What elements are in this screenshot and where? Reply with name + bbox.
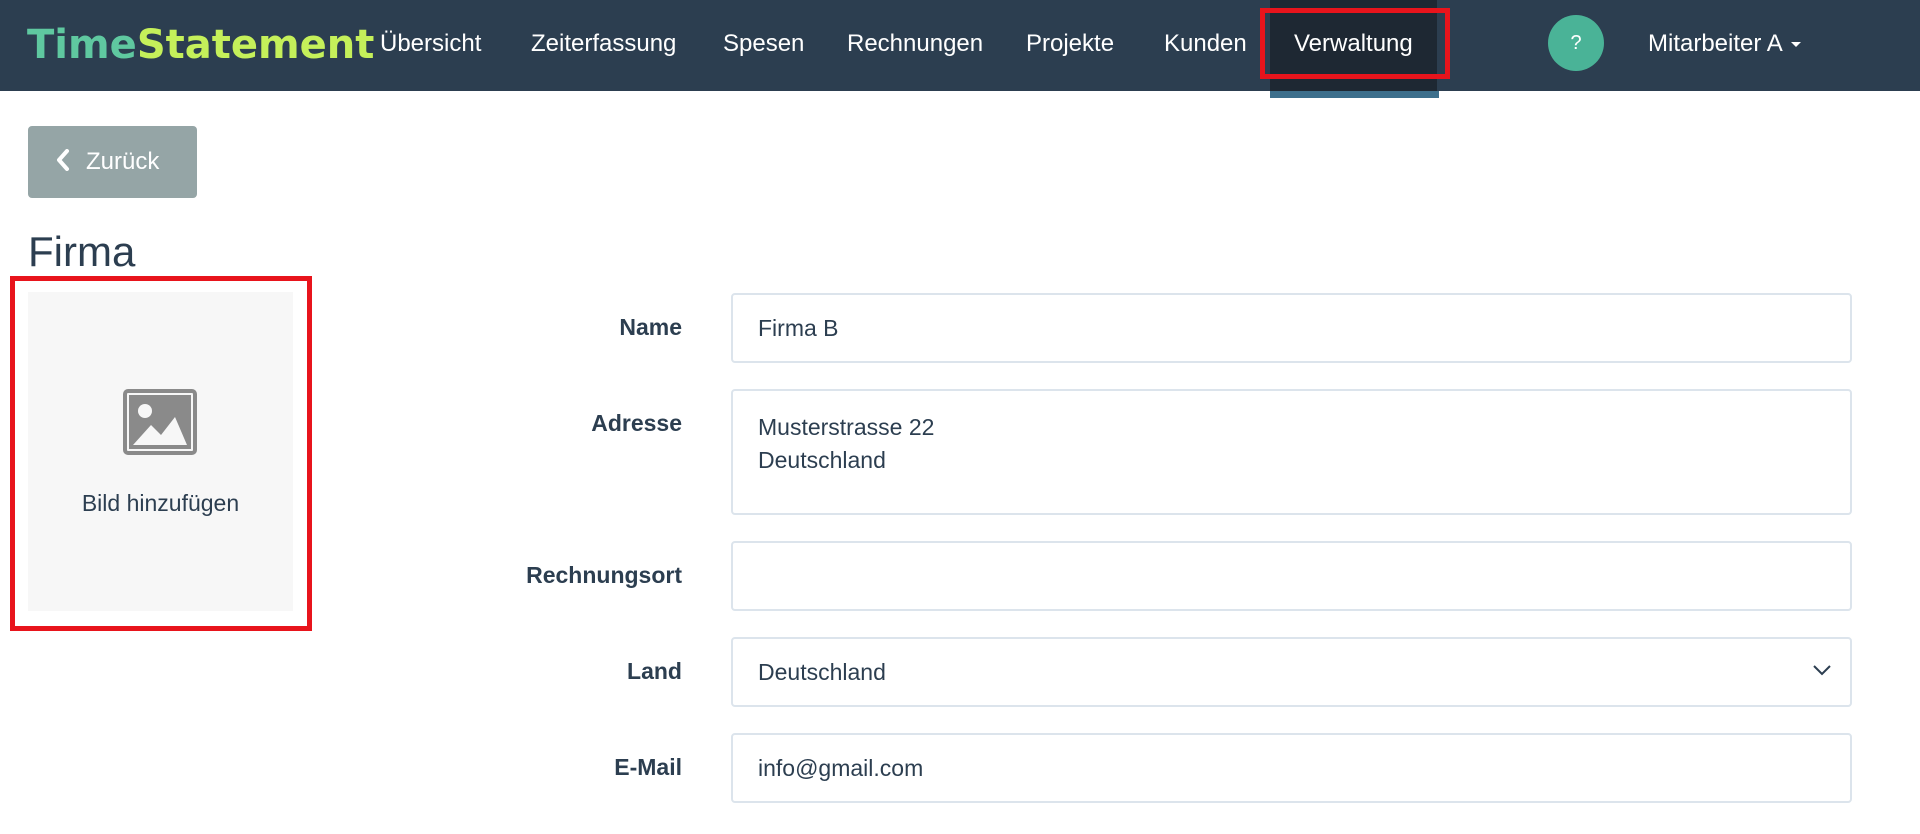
top-navbar: TimeStatement Übersicht Zeiterfassung Sp…: [0, 0, 1920, 91]
active-nav-indicator: [1270, 91, 1439, 98]
add-image-label: Bild hinzufügen: [81, 490, 240, 516]
country-select-value: Deutschland: [758, 659, 886, 685]
country-label: Land: [627, 658, 682, 684]
user-menu-dropdown[interactable]: Mitarbeiter A: [1648, 0, 1801, 88]
brand-logo[interactable]: TimeStatement: [27, 19, 374, 71]
caret-down-icon: [1790, 42, 1801, 48]
country-select[interactable]: Deutschland: [731, 637, 1852, 707]
nav-item-projekte[interactable]: Projekte: [1026, 0, 1114, 91]
nav-item-uebersicht[interactable]: Übersicht: [380, 0, 481, 91]
nav-item-zeiterfassung[interactable]: Zeiterfassung: [531, 0, 676, 91]
email-label: E-Mail: [614, 754, 682, 780]
back-button[interactable]: Zurück: [28, 126, 197, 198]
address-textarea[interactable]: Musterstrasse 22 Deutschland: [731, 389, 1852, 515]
chevron-left-icon: [57, 149, 69, 171]
brand-part-time: Time: [27, 22, 137, 68]
brand-part-statement: Statement: [136, 22, 375, 68]
user-menu-label: Mitarbeiter A: [1648, 30, 1783, 57]
billing-place-label: Rechnungsort: [526, 562, 682, 588]
chevron-down-icon: [1813, 665, 1831, 676]
name-label: Name: [619, 314, 682, 340]
email-input[interactable]: info@gmail.com: [731, 733, 1852, 803]
image-icon: [123, 389, 197, 455]
nav-item-spesen[interactable]: Spesen: [723, 0, 804, 91]
add-image-box[interactable]: [28, 292, 293, 611]
nav-item-verwaltung[interactable]: Verwaltung: [1270, 0, 1437, 91]
billing-place-input[interactable]: [731, 541, 1852, 611]
page-title: Firma: [28, 228, 136, 275]
nav-item-rechnungen[interactable]: Rechnungen: [847, 0, 983, 91]
nav-item-kunden[interactable]: Kunden: [1164, 0, 1247, 91]
address-label: Adresse: [591, 410, 682, 436]
back-button-label: Zurück: [86, 148, 160, 175]
help-button[interactable]: ?: [1548, 15, 1604, 71]
name-input[interactable]: Firma B: [731, 293, 1852, 363]
